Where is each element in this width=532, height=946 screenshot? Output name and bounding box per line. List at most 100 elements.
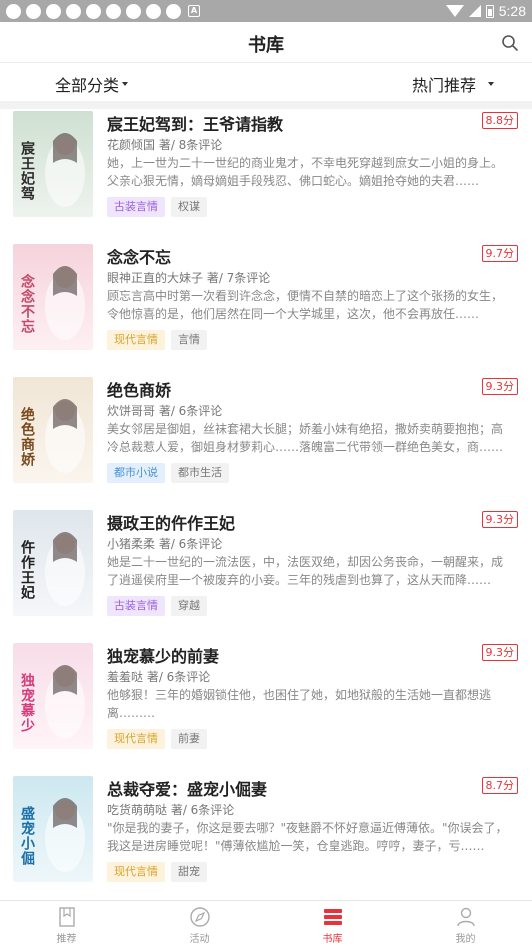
score-badge: 9.3分 — [481, 644, 518, 661]
nav-item-recommend[interactable]: 推荐 — [0, 901, 133, 946]
book-cover[interactable]: 仵作王妃 — [13, 510, 93, 616]
system-indicators: 5:28 — [445, 3, 526, 19]
wifi-icon — [445, 5, 464, 17]
search-icon[interactable] — [501, 34, 519, 52]
notification-icon — [86, 3, 101, 19]
tag-group: 都市小说 都市生活 — [107, 463, 229, 483]
book-list: 宸王妃驾 宸王妃驾到：王爷请指教 8.8分花颜倾国 著/ 8条评论她，上一世为二十一… — [0, 109, 532, 907]
book-item[interactable]: 宸王妃驾 宸王妃驾到：王爷请指教 8.8分花颜倾国 著/ 8条评论她，上一世为二十一… — [0, 109, 532, 242]
book-description: "你是我的妻子，你这是要去哪？"夜魅爵不怀好意逼近傅薄依。"你误会了，我这是进房… — [107, 821, 508, 853]
signal-icon — [468, 5, 481, 17]
cover-title: 宸王妃驾 — [19, 140, 36, 201]
book-item[interactable]: 独宠慕少 独宠慕少的前妻 9.3分羞羞哒 著/ 6条评论他够狠！三年的婚姻锁住他，也… — [0, 641, 532, 774]
chevron-down-icon — [122, 82, 129, 86]
book-cover[interactable]: 独宠慕少 — [13, 643, 93, 749]
genre-tag[interactable]: 古装言情 — [107, 596, 165, 616]
subgenre-tag[interactable]: 都市生活 — [171, 463, 229, 483]
notification-icons: A — [6, 3, 200, 19]
notification-icon — [66, 3, 81, 19]
notification-icon — [26, 3, 41, 19]
tag-group: 古装言情 权谋 — [107, 197, 207, 217]
book-description: 顾忘言高中时第一次看到许念念，便情不自禁的暗恋上了这个张扬的女生，令他惊喜的是，… — [107, 289, 504, 321]
author-line: 眼神正直的大妹子 著/ 7条评论 — [107, 271, 271, 285]
genre-tag[interactable]: 现代言情 — [107, 729, 165, 749]
tag-group: 现代言情 甜宠 — [107, 862, 207, 882]
book-cover-art: 独宠慕少 — [13, 643, 93, 749]
nav-item-library[interactable]: 书库 — [266, 901, 399, 946]
author-line: 吃货萌萌哒 著/ 6条评论 — [107, 803, 235, 817]
notification-icon — [126, 3, 141, 19]
status-time: 5:28 — [498, 3, 526, 19]
notification-icon — [146, 3, 161, 19]
book-description: 她是二十一世纪的一流法医，中，法医双绝，却因公务丧命，一朝醒来，成了逍遥侯府里一… — [107, 555, 504, 587]
book-cover-art: 仵作王妃 — [13, 510, 93, 616]
subgenre-tag[interactable]: 权谋 — [171, 197, 207, 217]
title-bar: 书库 — [0, 22, 532, 63]
genre-tag[interactable]: 都市小说 — [107, 463, 165, 483]
subgenre-tag[interactable]: 言情 — [171, 330, 207, 350]
score-badge: 8.7分 — [481, 777, 518, 794]
tag-group: 现代言情 言情 — [107, 330, 207, 350]
category-filter[interactable]: 全部分类 — [55, 72, 129, 96]
nav-item-activity[interactable]: 活动 — [133, 901, 266, 946]
subgenre-tag[interactable]: 甜宠 — [171, 862, 207, 882]
genre-tag[interactable]: 现代言情 — [107, 862, 165, 882]
author-line: 炊饼哥哥 著/ 6条评论 — [107, 404, 223, 418]
bottom-nav: 推荐 活动 书库 我的 — [0, 900, 532, 946]
book-title[interactable]: 独宠慕少的前妻 — [107, 643, 219, 667]
subgenre-tag[interactable]: 前妻 — [171, 729, 207, 749]
book-title[interactable]: 宸王妃驾到：王爷请指教 — [107, 111, 283, 135]
library-icon — [323, 909, 342, 925]
sort-filter[interactable]: 热门推荐 — [412, 72, 495, 96]
book-description: 他够狠！三年的婚姻锁住他，也困住了她，如地狱般的生活她一直都想逃离……… — [107, 688, 492, 720]
chevron-down-icon — [488, 82, 495, 86]
book-title[interactable]: 摄政王的仵作王妃 — [107, 510, 235, 534]
book-item[interactable]: 念念不忘 念念不忘 9.7分 眼神正直的大妹子 著/ 7条评论 顾忘言高中时第一次看到许… — [0, 242, 532, 375]
book-title[interactable]: 念念不忘 — [107, 244, 171, 268]
book-item[interactable]: 绝色商娇 绝色商娇 9.3分 炊饼哥哥 著/ 6条评论 美女邻居是御姐，丝袜套裙大长腿；… — [0, 375, 532, 508]
book-item[interactable]: 仵作王妃 摄政王的仵作王妃 9.3分 小猪柔柔 著/ 6条评论 她是二十一世纪的一流法医… — [0, 508, 532, 641]
user-icon — [456, 907, 475, 927]
notification-icon — [6, 3, 21, 19]
tag-group: 古装言情 穿越 — [107, 596, 207, 616]
battery-icon — [485, 4, 494, 18]
filter-bar: 全部分类 热门推荐 — [0, 63, 532, 101]
cover-title: 盛宠小倔 — [19, 805, 35, 866]
notification-icon — [166, 3, 181, 19]
score-badge: 9.7分 — [481, 245, 518, 262]
score-badge: 9.3分 — [481, 378, 518, 395]
status-bar: A 5:28 — [0, 0, 532, 22]
notification-icon — [106, 3, 121, 19]
nav-label: 书库 — [322, 934, 343, 945]
author-line: 羞羞哒 著/ 6条评论 — [107, 670, 211, 684]
book-title[interactable]: 总裁夺爱：盛宠小倔妻 — [107, 776, 267, 800]
book-description: 她，上一世为二十一世纪的商业鬼才，不幸电死穿越到庶女二小姐的身上。父亲心狠无情，… — [107, 156, 504, 188]
book-cover-art: 念念不忘 — [13, 244, 93, 350]
page-title: 书库 — [248, 35, 284, 56]
cover-title: 仵作王妃 — [19, 539, 35, 600]
book-cover[interactable]: 宸王妃驾 — [13, 111, 93, 217]
nav-label: 推荐 — [56, 934, 77, 945]
book-cover[interactable]: 盛宠小倔 — [13, 776, 93, 882]
book-item[interactable]: 盛宠小倔 总裁夺爱：盛宠小倔妻 8.7分吃货萌萌哒 著/ 6条评论 "你是我的妻子，你… — [0, 774, 532, 907]
tag-group: 现代言情 前妻 — [107, 729, 207, 749]
genre-tag[interactable]: 现代言情 — [107, 330, 165, 350]
book-cover-art: 宸王妃驾 — [13, 111, 93, 217]
score-badge: 8.8分 — [481, 112, 518, 129]
nav-item-profile[interactable]: 我的 — [399, 901, 532, 946]
nav-label: 我的 — [455, 934, 476, 945]
author-line: 花颜倾国 著/ 8条评论 — [107, 138, 223, 152]
author-line: 小猪柔柔 著/ 6条评论 — [107, 537, 223, 551]
bookmark-icon — [58, 907, 75, 927]
subgenre-tag[interactable]: 穿越 — [171, 596, 207, 616]
cover-title: 绝色商娇 — [19, 406, 35, 467]
book-cover[interactable]: 念念不忘 — [13, 244, 93, 350]
app-notification-icon: A — [188, 5, 200, 17]
cover-title: 念念不忘 — [19, 273, 36, 334]
compass-icon — [189, 907, 210, 927]
genre-tag[interactable]: 古装言情 — [107, 197, 165, 217]
book-cover-art: 绝色商娇 — [13, 377, 93, 483]
book-cover-art: 盛宠小倔 — [13, 776, 93, 882]
book-cover[interactable]: 绝色商娇 — [13, 377, 93, 483]
book-title[interactable]: 绝色商娇 — [107, 377, 171, 401]
